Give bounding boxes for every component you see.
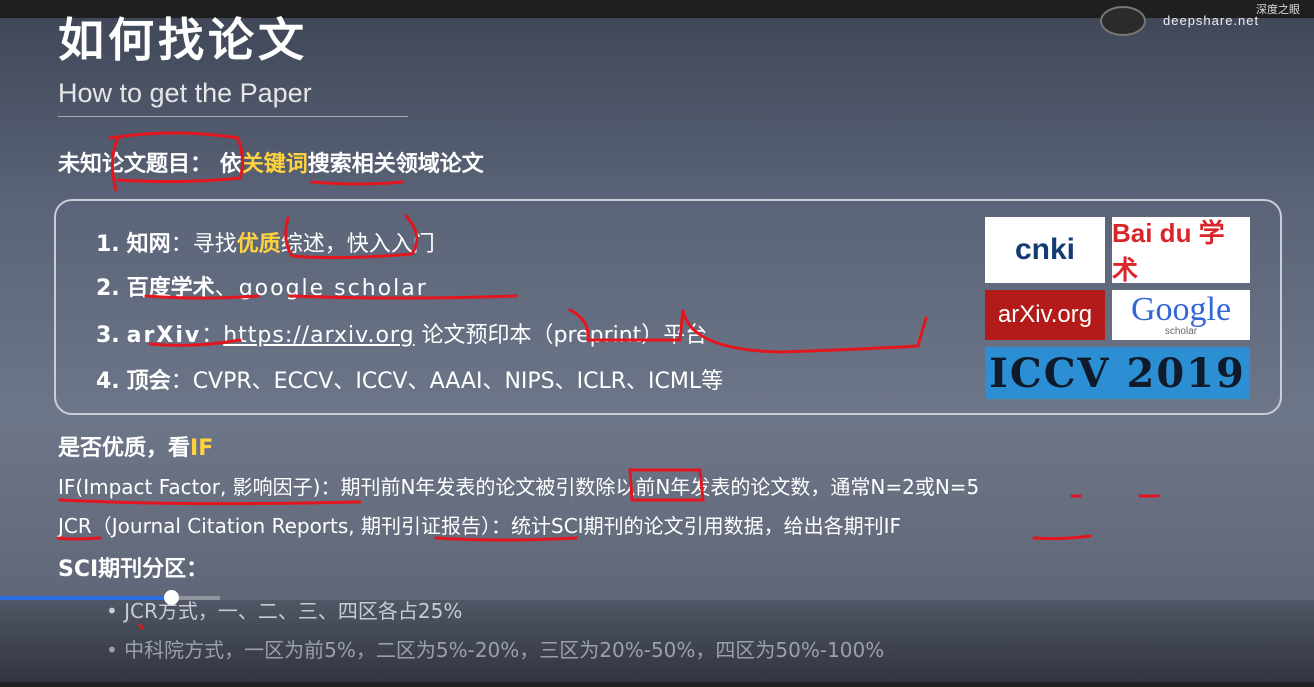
red-annotations xyxy=(56,131,1160,630)
